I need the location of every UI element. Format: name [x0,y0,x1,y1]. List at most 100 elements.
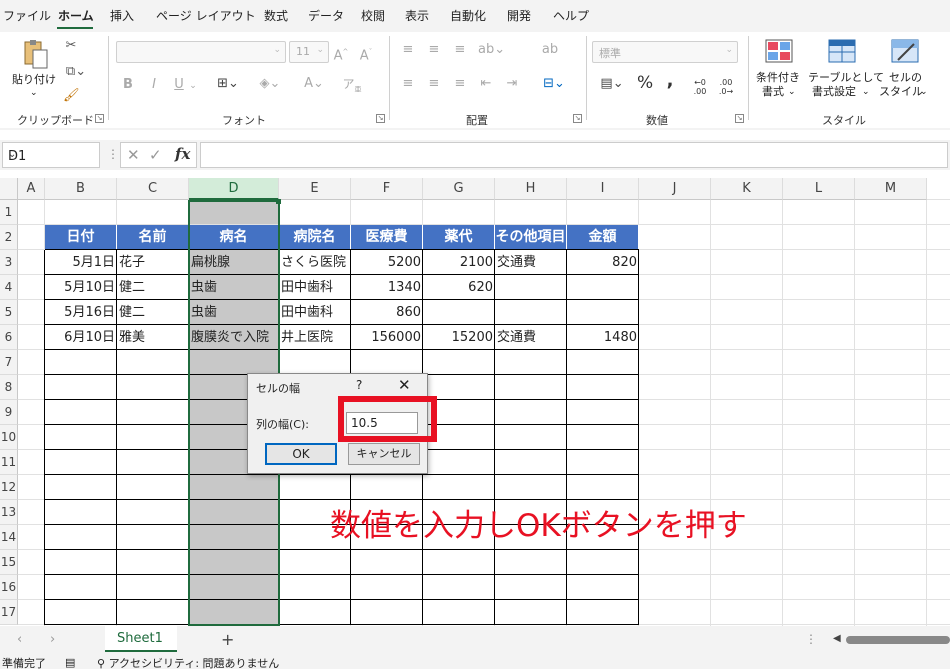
row-header[interactable]: 6 [0,325,18,350]
macro-record-icon[interactable]: ▤ [65,657,75,668]
column-header[interactable]: I [567,178,639,200]
accessibility-status[interactable]: ⚲ アクセシビリティ: 問題ありません [97,658,279,669]
close-icon[interactable]: ✕ [398,376,411,394]
column-header[interactable]: G [423,178,495,200]
table-cell[interactable] [567,275,639,300]
underline-button[interactable]: U [172,77,186,93]
scroll-left-icon[interactable]: ◀ [833,633,841,644]
column-header[interactable]: J [639,178,711,200]
format-as-table-icon[interactable] [827,38,857,68]
row-header[interactable]: 8 [0,375,18,400]
align-top-icon[interactable]: ≡ [400,42,416,58]
format-as-table-label-2[interactable]: 書式設定 [812,85,856,99]
table-cell[interactable]: 健二 [117,275,189,300]
table-cell[interactable]: 交通費 [495,250,567,275]
table-cell[interactable]: 5月1日 [45,250,117,275]
table-cell[interactable]: 860 [351,300,423,325]
table-cell[interactable]: 15200 [423,325,495,350]
conditional-format-icon[interactable] [764,38,794,68]
cancel-icon[interactable]: ✕ [127,146,140,164]
column-header[interactable]: D [189,178,279,200]
insert-function-icon[interactable]: fx [175,145,190,163]
table-cell[interactable]: 雅美 [117,325,189,350]
table-cell[interactable]: 156000 [351,325,423,350]
formula-input[interactable] [200,142,948,168]
decrease-indent-icon[interactable]: ⇤ [478,76,494,92]
cell-styles-icon[interactable] [890,38,920,68]
chevron-down-icon[interactable]: ⌄ [8,149,95,160]
chevron-down-icon[interactable]: ⌄ [920,85,928,99]
ok-button[interactable]: OK [265,443,337,465]
percent-style-button[interactable]: % [637,75,653,92]
column-header[interactable]: H [495,178,567,200]
table-cell[interactable] [567,300,639,325]
menu-review[interactable]: 校閲 [361,7,385,24]
row-header[interactable]: 4 [0,275,18,300]
help-icon[interactable]: ? [356,378,362,392]
row-header[interactable]: 2 [0,225,18,250]
row-header[interactable]: 1 [0,200,18,225]
paste-icon[interactable] [20,38,50,69]
table-cell[interactable]: 花子 [117,250,189,275]
accounting-format-icon[interactable]: ▤⌄ [596,76,628,92]
menu-view[interactable]: 表示 [405,7,429,24]
align-middle-icon[interactable]: ≡ [426,42,442,58]
column-header[interactable]: F [351,178,423,200]
bold-button[interactable]: B [121,77,135,93]
column-header[interactable]: C [117,178,189,200]
name-box[interactable]: D1 ⌄ [2,142,100,168]
horizontal-scrollbar[interactable] [846,636,950,644]
cancel-button[interactable]: キャンセル [348,443,420,465]
row-header[interactable]: 10 [0,425,18,450]
number-format-combo[interactable]: 標準 ⌄ [592,41,738,63]
row-header[interactable]: 3 [0,250,18,275]
menu-page-layout[interactable]: ページ レイアウト [156,7,256,24]
chevron-down-icon[interactable]: ⌄ [188,78,198,94]
row-header[interactable]: 7 [0,350,18,375]
align-bottom-icon[interactable]: ≡ [452,42,468,58]
align-left-icon[interactable]: ≡ [400,76,416,92]
table-cell[interactable] [495,275,567,300]
paste-dropdown-icon[interactable]: ⌄ [30,86,38,100]
column-header[interactable]: A [18,178,45,200]
table-cell[interactable]: 1480 [567,325,639,350]
table-cell[interactable]: 1340 [351,275,423,300]
table-cell[interactable]: 健二 [117,300,189,325]
column-header[interactable]: B [45,178,117,200]
menu-formulas[interactable]: 数式 [264,7,288,24]
table-header-cell[interactable]: 日付 [45,225,117,250]
table-cell[interactable]: 5月10日 [45,275,117,300]
conditional-format-label-1[interactable]: 条件付き [756,71,800,85]
row-header[interactable]: 5 [0,300,18,325]
add-sheet-button[interactable]: + [221,630,234,649]
table-cell[interactable] [423,300,495,325]
select-all-corner[interactable] [0,178,18,200]
row-header[interactable]: 12 [0,475,18,500]
number-launcher-icon[interactable]: ↘ [735,114,744,123]
next-sheet-icon[interactable]: › [50,632,55,647]
column-header[interactable]: M [855,178,927,200]
table-header-cell[interactable]: 名前 [117,225,189,250]
table-cell[interactable] [495,300,567,325]
table-cell[interactable]: 田中歯科 [279,300,351,325]
align-right-icon[interactable]: ≡ [452,76,468,92]
cell-styles-label-2[interactable]: スタイル [879,85,923,99]
font-name-combo[interactable]: ⌄ [116,41,286,63]
menu-help[interactable]: ヘルプ [553,7,589,24]
table-header-cell[interactable]: 薬代 [423,225,495,250]
menu-data[interactable]: データ [308,7,344,24]
prev-sheet-icon[interactable]: ‹ [17,632,22,647]
row-header[interactable]: 11 [0,450,18,475]
table-cell[interactable]: 820 [567,250,639,275]
row-header[interactable]: 15 [0,550,18,575]
menu-insert[interactable]: 挿入 [110,7,134,24]
merge-center-icon[interactable]: ⊟⌄ [540,76,568,92]
cut-icon[interactable]: ✂ [63,38,79,54]
chevron-down-icon[interactable]: ⌄ [788,85,796,99]
chevron-down-icon[interactable]: ⌄ [862,85,870,99]
clipboard-launcher-icon[interactable]: ↘ [95,114,104,123]
worksheet-grid[interactable]: ABCDEFGHIJKLM 1 2 3 4 5 6 7 8 9 10 11 12 13 14 15 16 17 … [0,178,950,626]
table-header-cell[interactable]: 金額 [567,225,639,250]
font-launcher-icon[interactable]: ↘ [376,114,385,123]
font-size-combo[interactable]: 11 ⌄ [289,41,329,63]
